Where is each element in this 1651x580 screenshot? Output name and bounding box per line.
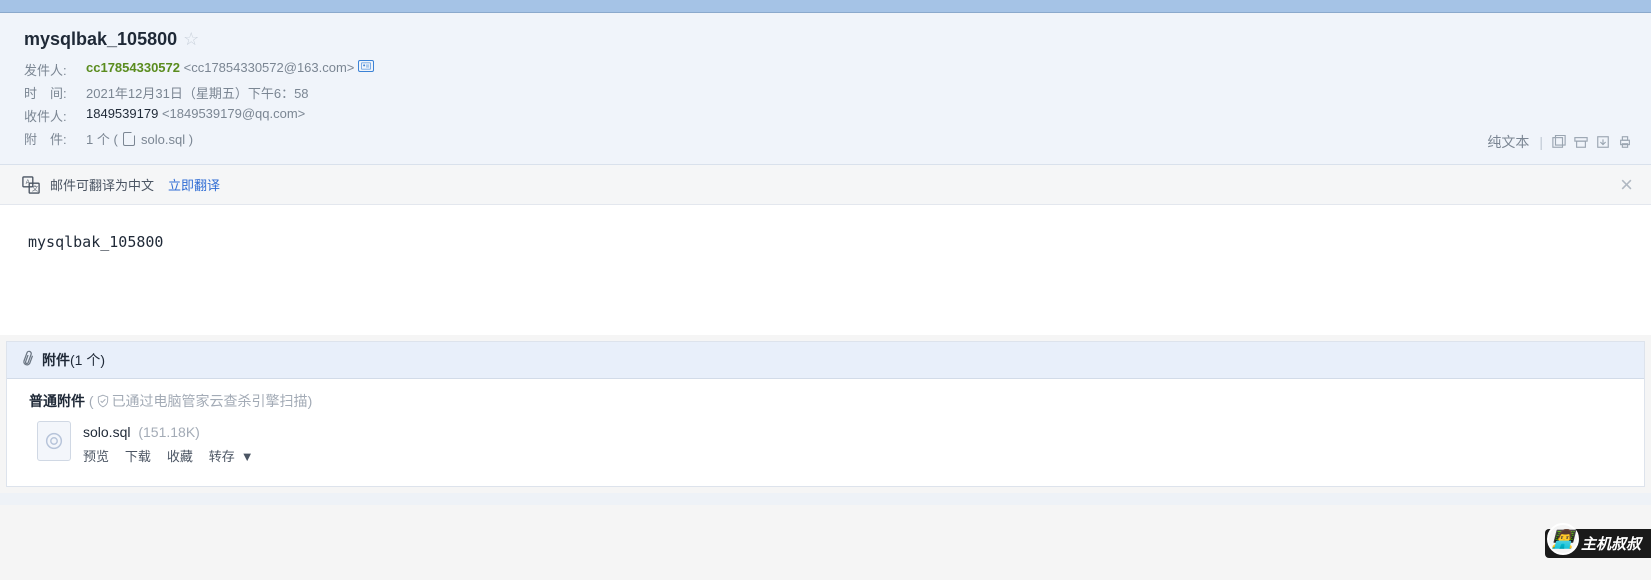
star-icon[interactable]: ☆	[183, 29, 199, 50]
download-button[interactable]: 下载	[125, 449, 151, 464]
paperclip-icon	[18, 348, 40, 372]
file-icon[interactable]	[37, 421, 71, 461]
recipient-name[interactable]: 1849539179	[86, 106, 158, 125]
file-mini-icon	[123, 132, 135, 146]
transfer-button[interactable]: 转存▼	[209, 449, 266, 464]
attachment-header: 附件 (1 个)	[7, 342, 1644, 379]
watermark-avatar-icon: 👨‍💻	[1547, 523, 1579, 555]
body-text: mysqlbak_105800	[28, 233, 163, 251]
time-value: 2021年12月31日（星期五）下午6：58	[86, 83, 309, 102]
file-name[interactable]: solo.sql	[83, 424, 130, 440]
attachment-name-link[interactable]: solo.sql	[141, 132, 185, 147]
recipient-row: 收件人: 1849539179 <1849539179@qq.com>	[24, 106, 1627, 125]
normal-attachment-label: 普通附件	[29, 393, 85, 409]
translate-message: 邮件可翻译为中文	[50, 175, 154, 194]
chevron-down-icon: ▼	[241, 449, 254, 464]
attachment-item: solo.sql (151.18K) 预览 下载 收藏 转存▼	[7, 417, 1644, 486]
archive-icon[interactable]	[1573, 135, 1589, 149]
recipient-address: <1849539179@qq.com>	[162, 106, 305, 125]
print-icon[interactable]	[1617, 135, 1633, 149]
scan-text: 已通过电脑管家云查杀引擎扫描	[112, 393, 308, 409]
time-row: 时 间: 2021年12月31日（星期五）下午6：58	[24, 83, 1627, 102]
export-icon[interactable]	[1595, 135, 1611, 149]
attachment-title: 附件	[42, 350, 70, 370]
watermark-text: 主机叔叔	[1581, 533, 1641, 554]
header-tools: 纯文本 |	[1487, 132, 1633, 152]
attachment-section: 附件 (1 个) 普通附件 (已通过电脑管家云查杀引擎扫描) solo.sql …	[6, 341, 1645, 487]
plaintext-toggle[interactable]: 纯文本	[1487, 132, 1529, 152]
email-subject: mysqlbak_105800	[24, 29, 177, 50]
svg-text:文: 文	[32, 183, 39, 192]
translate-link[interactable]: 立即翻译	[168, 175, 220, 194]
time-label: 时 间:	[24, 83, 86, 102]
attachment-count-inline: 1 个 (	[86, 132, 118, 147]
new-window-icon[interactable]	[1551, 135, 1567, 149]
favorite-button[interactable]: 收藏	[167, 449, 193, 464]
watermark-badge: 👨‍💻 主机叔叔	[1545, 529, 1651, 558]
top-toolbar-strip	[0, 0, 1651, 13]
shield-icon	[96, 394, 110, 408]
attachment-inline-row: 附 件: 1 个 ( solo.sql )	[24, 129, 1627, 148]
attachment-count: (1 个)	[70, 350, 105, 370]
attachment-close-paren: )	[189, 132, 193, 147]
sender-row: 发件人: cc17854330572 <cc17854330572@163.co…	[24, 60, 1627, 79]
recipient-label: 收件人:	[24, 106, 86, 125]
attachment-label: 附 件:	[24, 129, 86, 148]
sender-label: 发件人:	[24, 60, 86, 79]
footer-spacer	[0, 493, 1651, 505]
file-meta: solo.sql (151.18K) 预览 下载 收藏 转存▼	[83, 421, 278, 468]
sender-name[interactable]: cc17854330572	[86, 60, 180, 79]
email-body: mysqlbak_105800	[0, 205, 1651, 335]
attachment-scan-row: 普通附件 (已通过电脑管家云查杀引擎扫描)	[7, 379, 1644, 417]
translate-icon: A文	[22, 176, 40, 194]
file-size: (151.18K)	[138, 424, 199, 440]
preview-button[interactable]: 预览	[83, 449, 109, 464]
file-actions: 预览 下载 收藏 转存▼	[83, 445, 278, 468]
close-icon[interactable]: ×	[1620, 172, 1633, 198]
email-header: mysqlbak_105800 ☆ 发件人: cc17854330572 <cc…	[0, 13, 1651, 165]
vcard-icon[interactable]	[358, 60, 374, 72]
translate-bar: A文 邮件可翻译为中文 立即翻译 ×	[0, 165, 1651, 205]
subject-row: mysqlbak_105800 ☆	[24, 29, 1627, 50]
sender-address: <cc17854330572@163.com>	[184, 60, 355, 79]
